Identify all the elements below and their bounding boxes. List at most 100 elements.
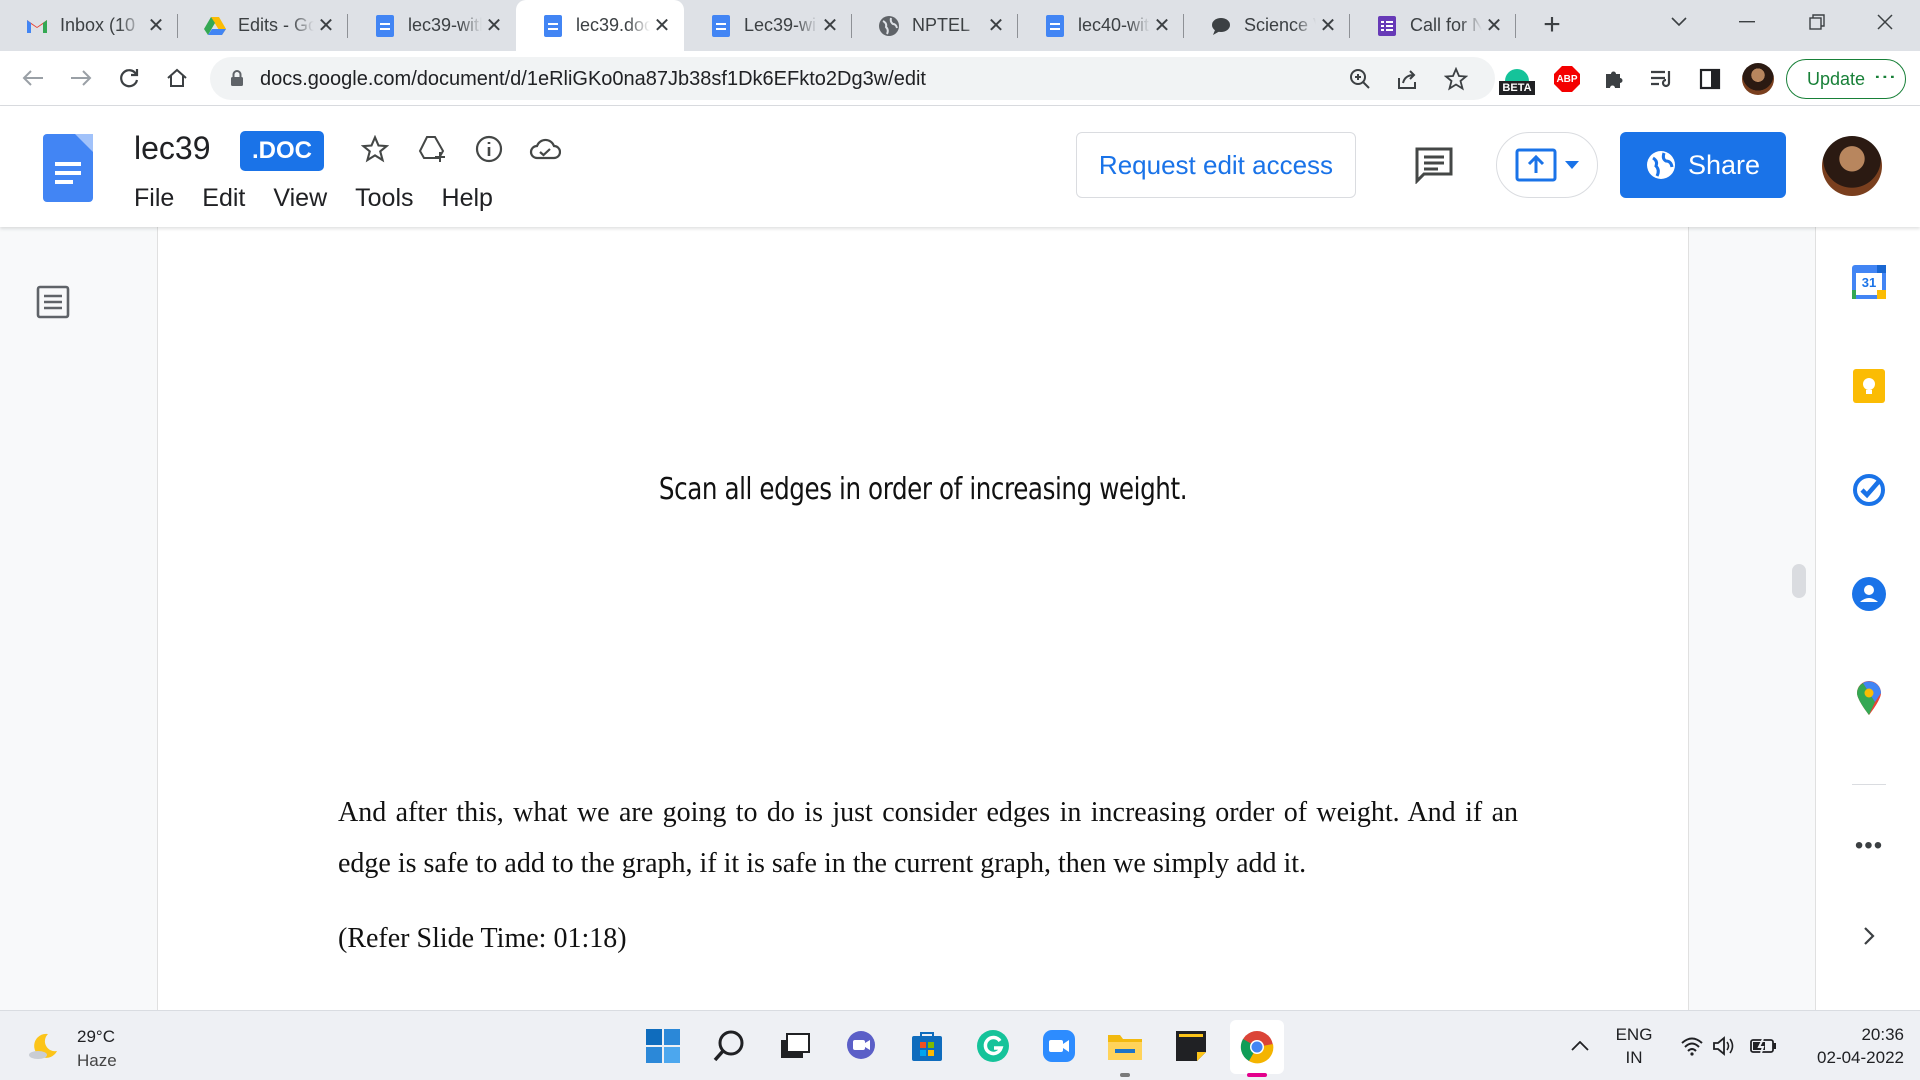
- document-info-icon[interactable]: [472, 132, 506, 166]
- close-tab-icon[interactable]: ✕: [1316, 14, 1340, 38]
- tab-title: Inbox (10: [60, 15, 136, 35]
- keep-icon[interactable]: [1850, 367, 1888, 405]
- menu-help[interactable]: Help: [442, 184, 493, 213]
- menu-edit[interactable]: Edit: [202, 184, 245, 213]
- zoom-meetings-icon[interactable]: [1041, 1028, 1077, 1064]
- close-window-icon[interactable]: [1852, 0, 1918, 44]
- slide-text: Scan all edges in order of increasing we…: [658, 472, 1188, 507]
- menu-bar: File Edit View Tools Help: [134, 184, 521, 213]
- profile-avatar[interactable]: [1742, 63, 1774, 95]
- account-avatar[interactable]: [1822, 136, 1882, 196]
- chevron-right-icon[interactable]: [1850, 917, 1888, 955]
- clock-time: 20:36: [1861, 1025, 1904, 1044]
- tab-drive[interactable]: Edits - Go ✕: [178, 0, 348, 51]
- wifi-icon[interactable]: [1678, 1028, 1706, 1064]
- forward-icon[interactable]: [64, 61, 98, 95]
- tab-lec40-with[interactable]: lec40-wit ✕: [1018, 0, 1184, 51]
- task-view-icon[interactable]: [777, 1028, 813, 1064]
- minimize-icon[interactable]: [1714, 0, 1780, 44]
- side-panel: 31 •••: [1815, 227, 1920, 1010]
- close-tab-icon[interactable]: ✕: [650, 14, 674, 38]
- battery-icon[interactable]: [1748, 1028, 1778, 1064]
- present-button[interactable]: [1496, 132, 1598, 198]
- comment-history-icon[interactable]: [1414, 146, 1454, 185]
- menu-tools[interactable]: Tools: [355, 184, 413, 213]
- add-shortcut-drive-icon[interactable]: [416, 132, 450, 166]
- grammarly-beta-extension-icon[interactable]: BETA: [1497, 56, 1537, 102]
- tab-nptel[interactable]: NPTEL ✕: [852, 0, 1018, 51]
- close-tab-icon[interactable]: ✕: [1150, 14, 1174, 38]
- address-bar[interactable]: docs.google.com/document/d/1eRliGKo0na87…: [210, 57, 1495, 100]
- grammarly-icon[interactable]: [975, 1028, 1011, 1064]
- reload-icon[interactable]: [112, 61, 146, 95]
- search-icon[interactable]: [711, 1028, 747, 1064]
- home-icon[interactable]: [160, 61, 194, 95]
- new-tab-icon[interactable]: +: [1535, 8, 1569, 42]
- sticky-notes-icon[interactable]: [1173, 1028, 1209, 1064]
- weather-moon-icon[interactable]: [26, 1028, 62, 1064]
- clock[interactable]: 20:36 02-04-2022: [1790, 1023, 1904, 1069]
- share-button[interactable]: Share: [1620, 132, 1786, 198]
- show-hidden-icons-chevron[interactable]: [1566, 1028, 1594, 1064]
- bookmark-star-icon[interactable]: [1444, 67, 1468, 91]
- tab-gmail[interactable]: Inbox (10 ✕: [0, 0, 178, 51]
- chrome-icon[interactable]: [1230, 1020, 1284, 1074]
- reading-list-icon[interactable]: [1648, 65, 1676, 93]
- update-button[interactable]: Update ⋮: [1786, 59, 1906, 99]
- share-page-icon[interactable]: [1396, 67, 1420, 91]
- clock-date: 02-04-2022: [1817, 1048, 1904, 1067]
- close-tab-icon[interactable]: ✕: [1482, 14, 1506, 38]
- menu-file[interactable]: File: [134, 184, 174, 213]
- share-label: Share: [1687, 149, 1761, 180]
- docs-logo-icon[interactable]: [43, 134, 93, 202]
- vertical-scrollbar[interactable]: [1792, 564, 1806, 598]
- close-tab-icon[interactable]: ✕: [984, 14, 1008, 38]
- cloud-saved-icon: [528, 132, 562, 166]
- close-tab-icon[interactable]: ✕: [314, 14, 338, 38]
- tab-call-for[interactable]: Call for N ✕: [1350, 0, 1516, 51]
- back-icon[interactable]: [16, 61, 50, 95]
- docs-icon: [710, 14, 732, 37]
- region-code: IN: [1625, 1048, 1643, 1067]
- tab-lec39-wi[interactable]: Lec39-wi ✕: [684, 0, 852, 51]
- close-tab-icon[interactable]: ✕: [482, 14, 506, 38]
- tab-lec39-doc-active[interactable]: lec39.doc ✕: [516, 0, 684, 51]
- tab-lec39-with[interactable]: lec39-with ✕: [348, 0, 516, 51]
- teams-chat-icon[interactable]: [843, 1028, 879, 1064]
- tab-science[interactable]: Science V ✕: [1184, 0, 1350, 51]
- beta-label: BETA: [1499, 81, 1535, 95]
- browser-toolbar: docs.google.com/document/d/1eRliGKo0na87…: [0, 51, 1920, 106]
- more-menu-icon[interactable]: ⋮: [1873, 66, 1898, 86]
- start-windows-icon[interactable]: [645, 1028, 681, 1064]
- tab-search-chevron-icon[interactable]: [1646, 0, 1712, 44]
- side-panel-icon[interactable]: [1696, 65, 1724, 93]
- document-page[interactable]: Scan all edges in order of increasing we…: [158, 227, 1688, 1010]
- zoom-icon[interactable]: [1348, 67, 1372, 91]
- contacts-icon[interactable]: [1850, 575, 1888, 613]
- globe-icon: [1646, 151, 1675, 179]
- file-explorer-icon[interactable]: [1107, 1028, 1143, 1064]
- extensions-puzzle-icon[interactable]: [1600, 65, 1628, 93]
- forms-icon: [1376, 15, 1398, 37]
- star-icon[interactable]: [358, 132, 392, 166]
- abp-label: ABP: [1556, 73, 1578, 85]
- menu-view[interactable]: View: [273, 184, 327, 213]
- language-indicator[interactable]: ENG IN: [1612, 1023, 1656, 1069]
- restore-icon[interactable]: [1784, 0, 1850, 44]
- request-edit-access-button[interactable]: Request edit access: [1076, 132, 1356, 198]
- document-outline-icon[interactable]: [36, 285, 70, 319]
- microsoft-store-icon[interactable]: [909, 1028, 945, 1064]
- volume-icon[interactable]: [1710, 1028, 1738, 1064]
- tab-title: Science V: [1244, 15, 1316, 35]
- close-tab-icon[interactable]: ✕: [818, 14, 842, 38]
- calendar-icon[interactable]: 31: [1850, 263, 1888, 301]
- windows-taskbar: 29°C Haze ENG IN 20:36 02-04-2022: [0, 1010, 1920, 1080]
- adblock-icon[interactable]: ABP: [1553, 65, 1581, 93]
- more-apps-icon[interactable]: •••: [1850, 827, 1888, 865]
- document-title[interactable]: lec39: [134, 130, 211, 167]
- document-canvas: Scan all edges in order of increasing we…: [0, 227, 1815, 1010]
- maps-icon[interactable]: [1850, 679, 1888, 717]
- close-tab-icon[interactable]: ✕: [144, 14, 168, 38]
- tasks-icon[interactable]: [1850, 471, 1888, 509]
- language-code: ENG: [1615, 1025, 1653, 1044]
